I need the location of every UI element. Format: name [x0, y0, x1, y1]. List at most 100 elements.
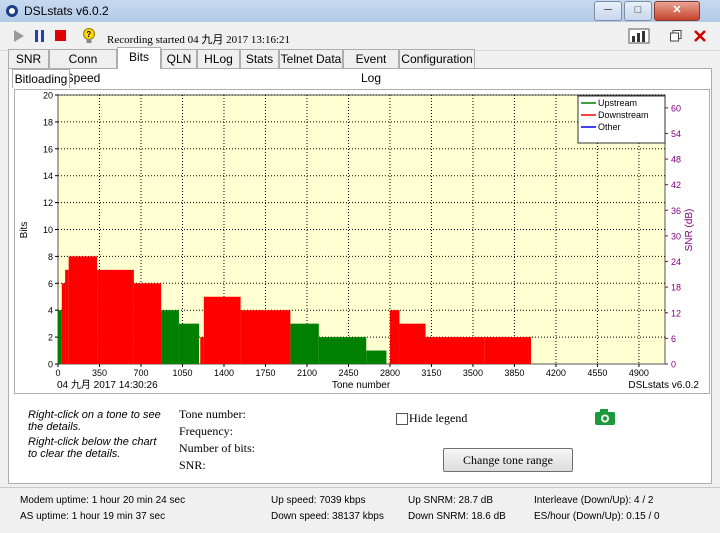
y-tick-label: 18 [43, 117, 53, 127]
bar-downstream [203, 296, 241, 364]
x-tick-label: 2450 [338, 368, 358, 378]
x-tick-label: 700 [133, 368, 148, 378]
chart-legend: Upstream Downstream Other [577, 95, 666, 144]
tab-snr[interactable]: SNR [8, 49, 49, 68]
tab-qln[interactable]: QLN [161, 49, 197, 68]
number-of-bits-label: Number of bits: [179, 441, 255, 455]
y-tick-label: 6 [48, 279, 53, 289]
y2-axis-label: SNR (dB) [684, 209, 695, 252]
y-tick-label: 12 [43, 198, 53, 208]
bar-upstream [161, 310, 179, 364]
x-tick-label: 3500 [463, 368, 483, 378]
y2-tick-label: 24 [671, 257, 681, 267]
y2-tick-label: 0 [671, 360, 676, 370]
y-tick-label: 8 [48, 252, 53, 262]
tab-stats[interactable]: Stats [240, 49, 279, 68]
y-tick-label: 16 [43, 144, 53, 154]
modem-uptime: Modem uptime: 1 hour 20 min 24 sec [20, 495, 186, 506]
tone-number-label: Tone number: [179, 407, 246, 421]
legend-other: Other [598, 122, 621, 132]
y2-tick-label: 54 [671, 129, 681, 139]
bar-downstream [133, 283, 162, 364]
recording-status: Recording started 04 九月 2017 13:16:21 [107, 34, 291, 46]
bar-downstream [200, 337, 204, 364]
camera-icon[interactable] [594, 408, 616, 426]
bitloading-chart[interactable]: 02468101214161820 06121824303642485460 0… [15, 90, 709, 393]
y2-tick-label: 12 [671, 308, 681, 318]
bar-downstream [97, 269, 134, 364]
change-tone-range-button[interactable]: Change tone range [443, 448, 573, 472]
close-button[interactable]: ✕ [654, 1, 700, 21]
maximize-button[interactable]: □ [624, 1, 652, 21]
snr-label: SNR: [179, 458, 206, 472]
bar-downstream [425, 337, 485, 364]
hide-legend-label[interactable]: Hide legend [409, 411, 467, 426]
y-tick-label: 0 [48, 360, 53, 370]
bar-downstream [68, 256, 98, 364]
y2-tick-label: 60 [671, 103, 681, 113]
play-icon[interactable] [14, 30, 24, 42]
x-tick-label: 1750 [255, 368, 275, 378]
x-tick-label: 4200 [546, 368, 566, 378]
status-bar: Modem uptime: 1 hour 20 min 24 sec AS up… [0, 487, 720, 533]
down-speed: Down speed: 38137 kbps [271, 511, 384, 522]
y2-tick-label: 36 [671, 206, 681, 216]
chart-window-icon[interactable] [628, 28, 650, 44]
y2-tick-label: 48 [671, 155, 681, 165]
help-bulb-icon[interactable]: ? [82, 28, 96, 44]
y-tick-label: 10 [43, 225, 53, 235]
hint-tone-details: Right-click on a tone to see the details… [28, 409, 161, 433]
minimize-button[interactable]: ─ [594, 1, 622, 21]
x-tick-label: 3850 [504, 368, 524, 378]
tab-event-log[interactable]: Event Log [343, 49, 399, 85]
y-tick-label: 4 [48, 306, 53, 316]
bar-downstream [240, 310, 291, 364]
restore-window-icon[interactable] [670, 30, 682, 42]
y2-tick-label: 6 [671, 334, 676, 344]
y-tick-label: 20 [43, 91, 53, 101]
x-tick-label: 4900 [629, 368, 649, 378]
tab-hlog[interactable]: HLog [197, 49, 240, 68]
x-axis-label: Tone number [332, 380, 391, 391]
tab-telnet-data[interactable]: Telnet Data [279, 49, 343, 68]
pause-icon[interactable] [35, 30, 45, 42]
bar-downstream [61, 283, 66, 364]
x-tick-label: 1050 [172, 368, 192, 378]
bar-downstream [65, 269, 69, 364]
down-snrm: Down SNRM: 18.6 dB [408, 511, 506, 522]
x-tick-label: 2100 [297, 368, 317, 378]
up-snrm: Up SNRM: 28.7 dB [408, 495, 494, 506]
chart-frame: 0 2 4 6 8 10 12 14 16 18 20 0 6 12 18 24 30 36 42 48 54 60 0… [14, 89, 710, 394]
bar-downstream [389, 310, 400, 364]
tab-bits[interactable]: Bits [117, 47, 161, 69]
window-title: DSLstats v6.0.2 [24, 4, 109, 18]
as-uptime: AS uptime: 1 hour 19 min 37 sec [20, 511, 166, 522]
y-tick-label: 14 [43, 171, 53, 181]
bar-upstream [318, 337, 367, 364]
legend-downstream: Downstream [598, 110, 649, 120]
close-x-icon[interactable] [693, 29, 709, 43]
bar-upstream [366, 350, 387, 364]
hint-clear-details: Right-click below the chart to clear the… [28, 436, 157, 460]
interleave: Interleave (Down/Up): 4 / 2 [534, 495, 654, 506]
es-per-hour: ES/hour (Down/Up): 0.15 / 0 [534, 511, 660, 522]
bar-upstream [58, 310, 62, 364]
y2-tick-label: 42 [671, 180, 681, 190]
y2-tick-label: 18 [671, 283, 681, 293]
chart-date-label: 04 九月 2017 14:30:26 [57, 379, 158, 391]
tab-configuration[interactable]: Configuration [399, 49, 475, 68]
x-tick-label: 0 [55, 368, 60, 378]
bar-downstream [399, 323, 426, 364]
bar-upstream [178, 323, 200, 364]
chart-version-label: DSLstats v6.0.2 [628, 380, 699, 391]
bar-upstream [290, 323, 319, 364]
svg-text:?: ? [86, 30, 91, 39]
frequency-label: Frequency: [179, 424, 233, 438]
y-axis-label: Bits [19, 222, 30, 239]
y2-tick-label: 30 [671, 231, 681, 241]
tab-conn-speed[interactable]: Conn Speed [49, 49, 117, 85]
stop-icon[interactable] [55, 30, 67, 42]
x-tick-label: 4550 [587, 368, 607, 378]
hide-legend-checkbox[interactable] [396, 413, 408, 425]
subtab-bitloading[interactable]: Bitloading [12, 69, 70, 88]
